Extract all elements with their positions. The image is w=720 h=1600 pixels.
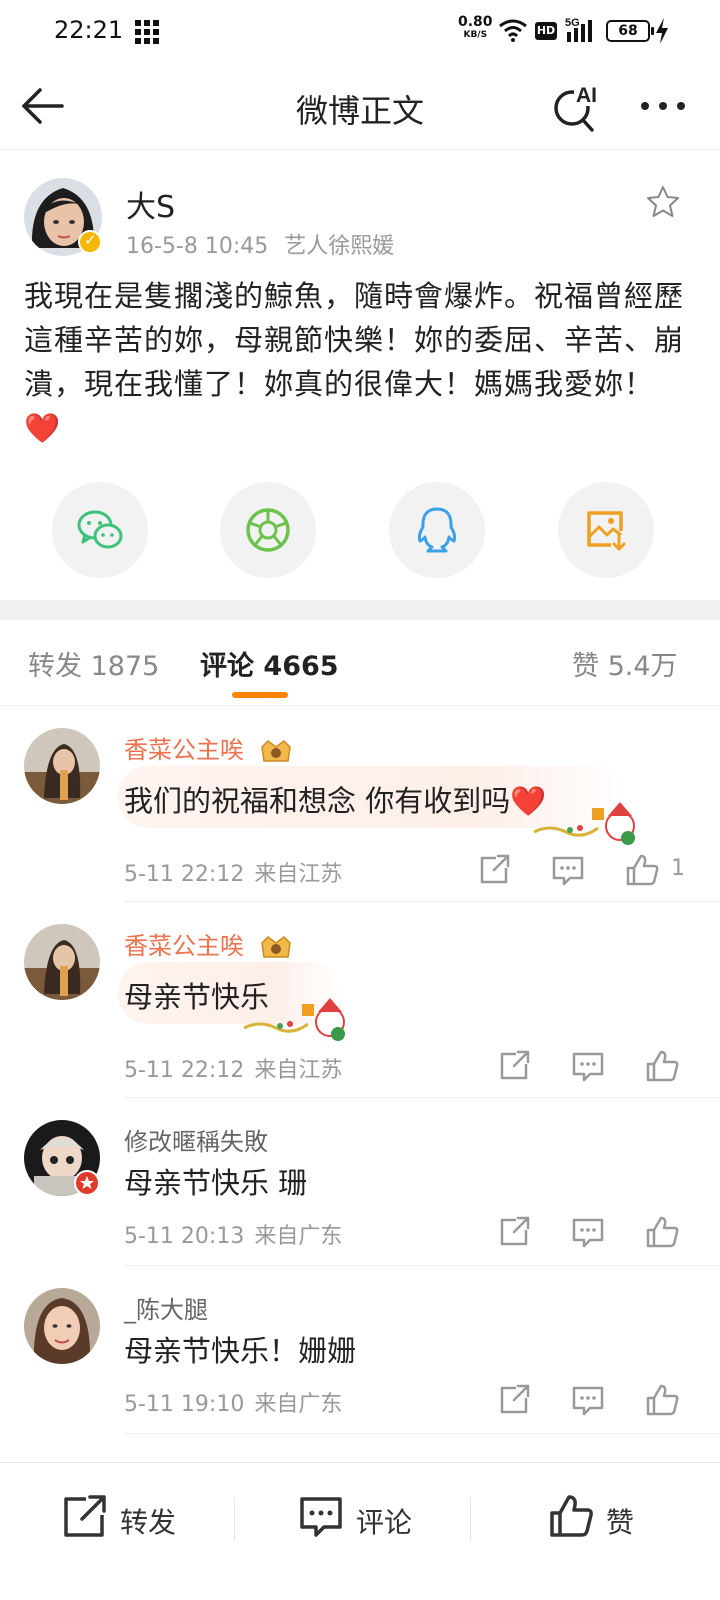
comment-item: _陈大腿 母亲节快乐！姗姗 5-11 19:10 来自广东 bbox=[0, 1266, 720, 1434]
comment-label: 评论 bbox=[356, 1506, 413, 1539]
moments-icon bbox=[246, 508, 290, 552]
wechat-icon bbox=[77, 510, 123, 549]
reply-comment-icon[interactable] bbox=[570, 1214, 606, 1250]
repost-button[interactable]: 转发 bbox=[62, 1493, 182, 1543]
reply-comment-icon[interactable] bbox=[570, 1048, 606, 1084]
reply-comment-icon[interactable] bbox=[570, 1382, 606, 1418]
repost-icon bbox=[64, 1495, 106, 1537]
holiday-sticker-icon bbox=[243, 998, 345, 1041]
comment-button[interactable]: 评论 bbox=[298, 1493, 418, 1543]
ai-search-icon[interactable]: AI bbox=[552, 78, 604, 134]
bottom-divider bbox=[234, 1497, 235, 1541]
commenter-name[interactable]: 修改暱稱失敗 bbox=[124, 1122, 268, 1157]
reply-comment-icon[interactable] bbox=[550, 852, 586, 888]
repost-comment-icon[interactable] bbox=[496, 1214, 532, 1250]
comment-divider bbox=[124, 1433, 720, 1434]
charging-icon bbox=[656, 18, 668, 44]
tab-comments[interactable]: 评论 4665 bbox=[200, 644, 339, 683]
member-badge-icon bbox=[74, 1170, 100, 1196]
post-date: 16-5-8 10:45 bbox=[126, 234, 269, 259]
like-comment-icon[interactable] bbox=[644, 1382, 680, 1418]
repost-comment-icon[interactable] bbox=[496, 1382, 532, 1418]
comment-actions bbox=[476, 1382, 706, 1422]
comment-actions bbox=[476, 1214, 706, 1254]
repost-label: 转发 bbox=[120, 1506, 177, 1539]
post-source: 艺人徐熙媛 bbox=[284, 234, 395, 259]
commenter-avatar[interactable] bbox=[24, 728, 100, 804]
comment-text: 母亲节快乐！姗姗 bbox=[124, 1334, 357, 1368]
commenter-name[interactable]: _陈大腿 bbox=[124, 1290, 208, 1325]
like-comment-icon[interactable] bbox=[644, 1048, 680, 1084]
fan-crown-badge-icon bbox=[260, 740, 291, 762]
top-nav-bar: 微博正文 AI bbox=[0, 64, 720, 150]
like-comment-icon[interactable] bbox=[644, 1214, 680, 1250]
author-name[interactable]: 大S bbox=[126, 182, 175, 226]
status-bar: 22:21 0.80 KB/S HD 5G 68 bbox=[0, 0, 720, 64]
share-moments-button[interactable] bbox=[220, 482, 316, 578]
save-image-button[interactable] bbox=[558, 482, 654, 578]
comment-item: 香菜公主唉 我们的祝福和想念 你有收到吗❤️ 5-11 22:12 来自江苏 1 bbox=[0, 706, 720, 902]
share-wechat-button[interactable] bbox=[52, 482, 148, 578]
commenter-avatar[interactable] bbox=[24, 924, 100, 1000]
comment-meta: 5-11 22:12 来自江苏 bbox=[124, 862, 343, 887]
comment-actions bbox=[476, 1048, 706, 1088]
share-qq-button[interactable] bbox=[389, 482, 485, 578]
like-label: 赞 bbox=[606, 1506, 635, 1539]
comment-meta: 5-11 20:13 来自广东 bbox=[124, 1224, 343, 1249]
svg-text:AI: AI bbox=[576, 84, 597, 107]
status-time: 22:21 bbox=[54, 16, 124, 44]
commenter-avatar[interactable] bbox=[24, 1288, 100, 1364]
commenter-name[interactable]: 香菜公主唉 bbox=[124, 926, 294, 961]
save-image-icon bbox=[587, 511, 626, 551]
commenter-name[interactable]: 香菜公主唉 bbox=[124, 730, 294, 765]
post-text: 我現在是隻擱淺的鯨魚，隨時會爆炸。祝福曾經歷這種辛苦的妳，母親節快樂！妳的委屈、… bbox=[24, 279, 685, 401]
post-body: 我現在是隻擱淺的鯨魚，隨時會爆炸。祝福曾經歷這種辛苦的妳，母親節快樂！妳的委屈、… bbox=[24, 274, 694, 450]
qq-icon bbox=[417, 507, 457, 553]
signal-5g-icon: 5G bbox=[565, 17, 592, 42]
svg-text:5G: 5G bbox=[565, 17, 580, 29]
comment-text: 母亲节快乐 珊 bbox=[124, 1166, 308, 1200]
wifi-icon bbox=[499, 19, 527, 42]
comment-item: 香菜公主唉 母亲节快乐 5-11 22:12 来自江苏 bbox=[0, 902, 720, 1098]
repost-comment-icon[interactable] bbox=[496, 1048, 532, 1084]
like-comment-icon[interactable] bbox=[624, 852, 660, 888]
bottom-divider bbox=[470, 1497, 471, 1541]
comment-meta: 5-11 22:12 来自江苏 bbox=[124, 1058, 343, 1083]
comment-actions: 1 bbox=[476, 852, 706, 892]
post-meta: 16-5-8 10:45 艺人徐熙媛 bbox=[126, 228, 394, 260]
comment-meta: 5-11 19:10 来自广东 bbox=[124, 1392, 343, 1417]
repost-comment-icon[interactable] bbox=[476, 852, 512, 888]
comment-item: 修改暱稱失敗 母亲节快乐 珊 5-11 20:13 来自广东 bbox=[0, 1098, 720, 1266]
comment-text: 我们的祝福和想念 你有收到吗❤️ bbox=[124, 784, 547, 818]
more-options-icon[interactable] bbox=[638, 94, 688, 118]
heart-emoji: ❤️ bbox=[24, 411, 62, 445]
section-divider bbox=[0, 600, 720, 620]
share-row bbox=[0, 482, 720, 578]
active-tab-indicator bbox=[232, 692, 288, 698]
weibo-post-page: 22:21 0.80 KB/S HD 5G 68 微博正文 AI ✓ 大S 16… bbox=[0, 0, 720, 1600]
tab-likes[interactable]: 赞 5.4万 bbox=[572, 644, 678, 683]
net-speed: 0.80 KB/S bbox=[458, 14, 493, 40]
comment-icon bbox=[300, 1497, 342, 1537]
bottom-action-bar: 转发 评论 赞 bbox=[0, 1462, 720, 1600]
like-button[interactable]: 赞 bbox=[548, 1493, 638, 1543]
battery-icon: 68 bbox=[606, 20, 654, 42]
interaction-tabs: 转发 1875 评论 4665 赞 5.4万 bbox=[0, 620, 720, 706]
page-title: 微博正文 bbox=[295, 92, 424, 130]
verified-badge-icon bbox=[78, 230, 102, 254]
fan-crown-badge-icon bbox=[260, 936, 291, 958]
post-card: 大S 16-5-8 10:45 艺人徐熙媛 我現在是隻擱淺的鯨魚，隨時會爆炸。祝福… bbox=[0, 150, 720, 600]
tab-reposts[interactable]: 转发 1875 bbox=[28, 644, 159, 683]
like-icon bbox=[550, 1495, 593, 1537]
app-grid-icon bbox=[135, 20, 159, 44]
hd-icon: HD bbox=[535, 22, 557, 40]
comment-like-count: 1 bbox=[671, 856, 685, 881]
holiday-sticker-icon bbox=[533, 802, 635, 845]
favorite-star-icon[interactable] bbox=[646, 185, 680, 219]
